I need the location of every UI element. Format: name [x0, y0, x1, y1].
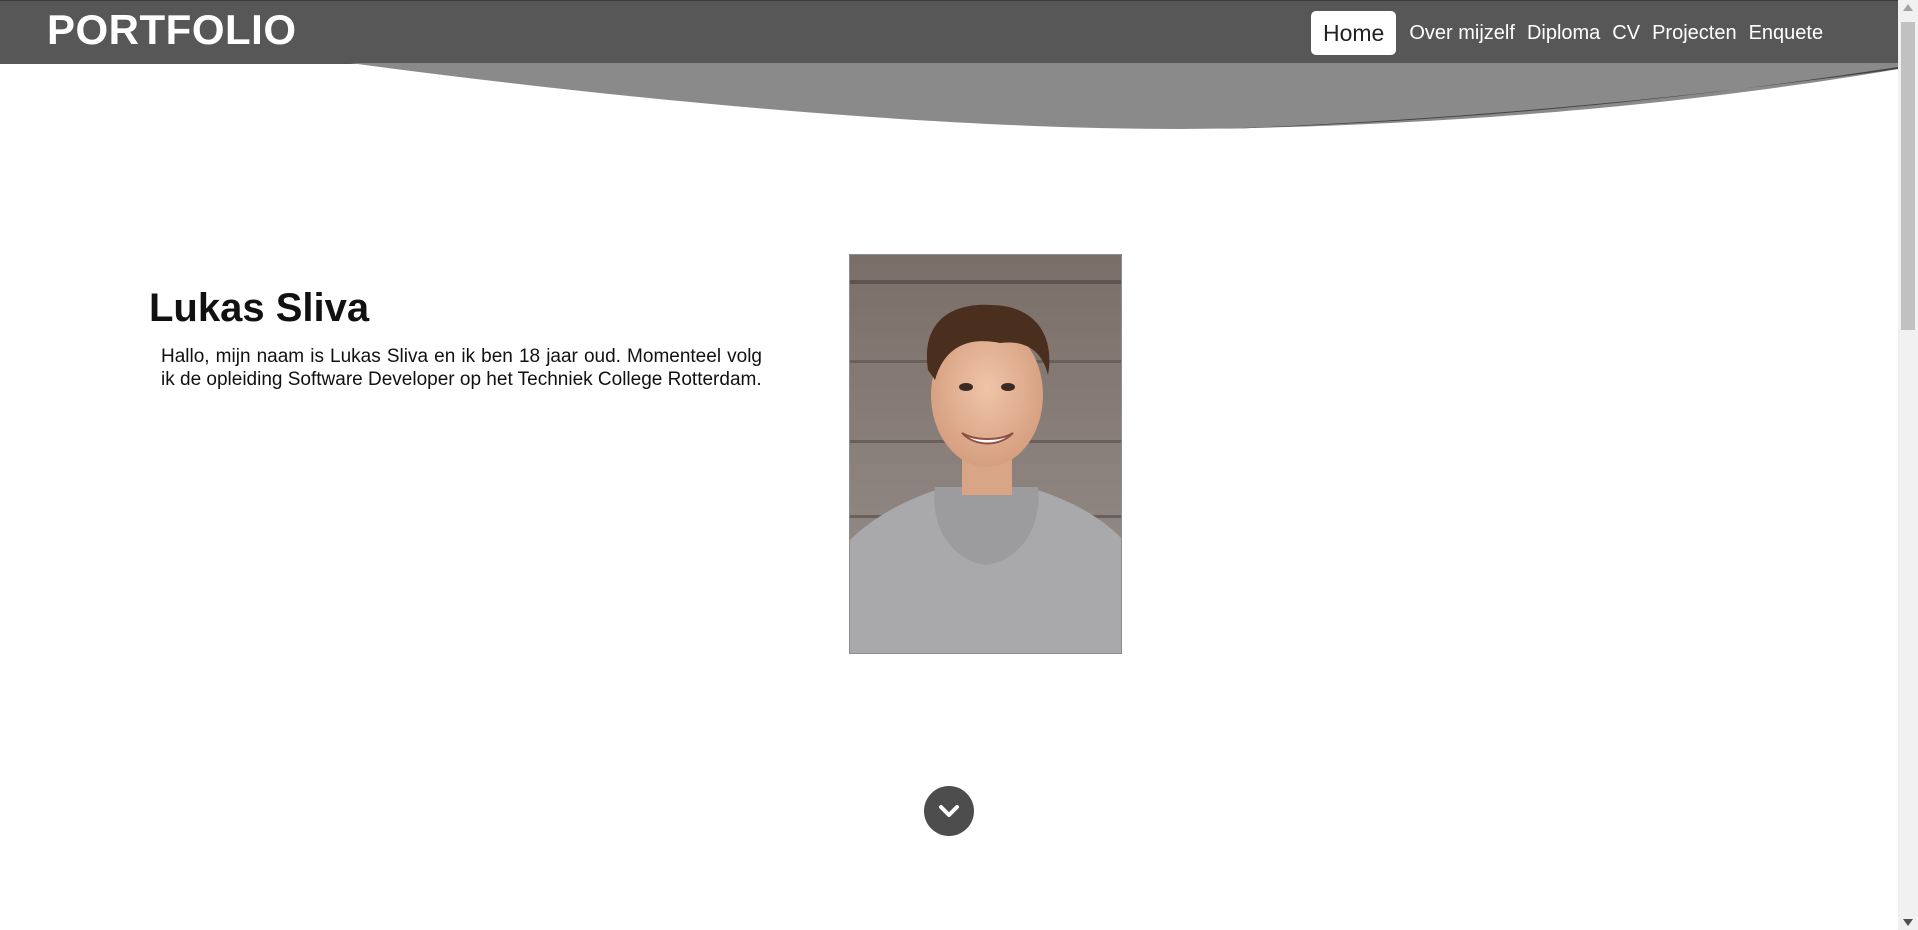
scroll-down-arrow-icon[interactable]: [1903, 919, 1913, 926]
header-wave-decoration: [0, 63, 1898, 129]
nav-projecten[interactable]: Projecten: [1646, 11, 1743, 55]
nav-cv[interactable]: CV: [1606, 11, 1646, 55]
main-nav: Home Over mijzelf Diploma CV Projecten E…: [1311, 11, 1829, 55]
nav-over-mijzelf[interactable]: Over mijzelf: [1403, 11, 1521, 55]
nav-home[interactable]: Home: [1311, 11, 1397, 55]
wave-light-layer: [350, 63, 1898, 129]
site-logo[interactable]: PORTFOLIO: [47, 6, 297, 54]
scroll-up-arrow-icon[interactable]: [1903, 4, 1913, 11]
site-header: PORTFOLIO Home Over mijzelf Diploma CV P…: [0, 0, 1898, 64]
intro-text: Hallo, mijn naam is Lukas Sliva en ik be…: [161, 346, 762, 390]
portrait-image: [850, 255, 1121, 653]
portrait-photo: [849, 254, 1122, 654]
scrollbar-thumb[interactable]: [1901, 22, 1915, 330]
page-title: Lukas Sliva: [149, 286, 370, 330]
page-scrollbar[interactable]: [1898, 0, 1918, 930]
nav-enquete[interactable]: Enquete: [1743, 11, 1830, 55]
scroll-down-button[interactable]: [924, 786, 974, 836]
page: PORTFOLIO Home Over mijzelf Diploma CV P…: [0, 0, 1918, 930]
nav-diploma[interactable]: Diploma: [1521, 11, 1606, 55]
chevron-down-icon: [939, 805, 959, 817]
